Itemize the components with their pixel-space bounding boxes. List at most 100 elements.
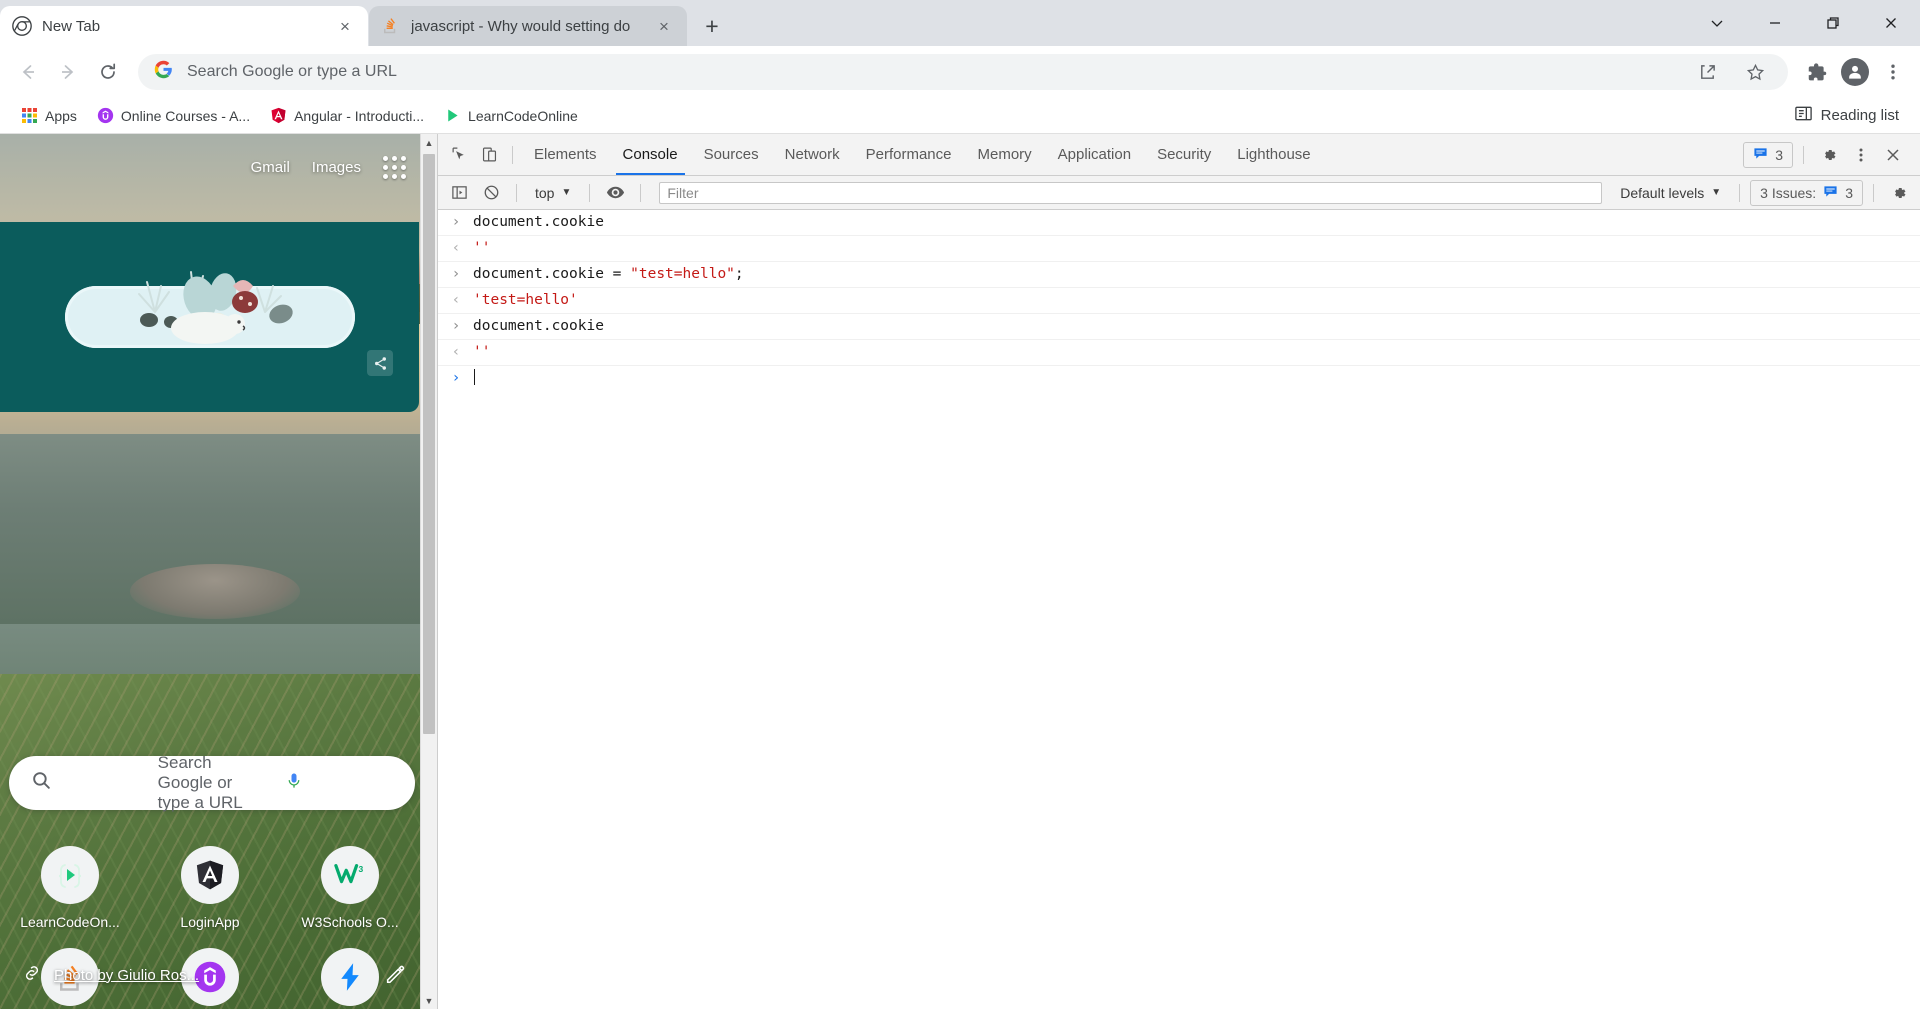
close-window-button[interactable] [1862,0,1920,46]
cursor-select-icon[interactable] [444,140,474,170]
close-icon[interactable] [1878,140,1908,170]
doodle-flora-icon [137,271,293,344]
shortcut-learncodeonline[interactable]: LearnCodeOn... [0,846,140,930]
devtools-tab-bar-actions: 3 [1743,140,1914,170]
shortcut-label: W3Schools O... [301,914,399,930]
bookmark-label: Apps [45,107,77,124]
console-prompt-input[interactable] [473,369,475,388]
bookmark-apps[interactable]: Apps [12,102,86,129]
console-sidebar-icon[interactable] [444,178,474,208]
scroll-up-arrow-icon[interactable]: ▲ [421,134,437,151]
log-levels-selector[interactable]: Default levels ▼ [1612,182,1729,204]
divider [512,145,513,164]
console-input-line[interactable]: › document.cookie [438,314,1920,340]
back-button[interactable] [10,54,46,90]
browser-tab-new-tab[interactable]: New Tab × [0,6,368,46]
profile-avatar-icon[interactable] [1838,55,1872,89]
devtools-tab-application[interactable]: Application [1045,134,1144,175]
console-result: 'test=hello' [473,292,578,308]
ntp-search-box[interactable]: Search Google or type a URL [9,753,415,813]
devtools-tab-memory[interactable]: Memory [965,134,1045,175]
gear-icon[interactable] [1884,178,1914,208]
puzzle-icon[interactable] [1800,55,1834,89]
live-expression-icon[interactable] [600,178,630,208]
kebab-menu-icon[interactable] [1846,140,1876,170]
bookmark-angular[interactable]: Angular - Introducti... [261,102,433,129]
page-scrollbar[interactable]: ▲ ▼ [420,134,437,1009]
devtools-tab-lighthouse[interactable]: Lighthouse [1224,134,1323,175]
devtools-tab-network[interactable]: Network [772,134,853,175]
microphone-icon[interactable] [284,771,393,796]
output-arrow-icon: ‹ [451,344,461,360]
console-input-line[interactable]: › document.cookie = "test=hello"; [438,262,1920,288]
chevron-down-icon: ▼ [1711,187,1722,198]
images-link[interactable]: Images [312,159,361,176]
scroll-down-arrow-icon[interactable]: ▼ [421,992,437,1009]
execution-context-selector[interactable]: top ▼ [527,182,579,204]
reading-list-button[interactable]: Reading list [1785,99,1908,132]
kebab-menu-icon[interactable] [1876,55,1910,89]
console-result: '' [473,240,491,256]
console-output-line: ‹ '' [438,340,1920,366]
scrollbar-thumb[interactable] [423,154,435,734]
photo-credit[interactable]: Photo by Giulio Ros... [22,963,199,987]
console-output-line: ‹ 'test=hello' [438,288,1920,314]
pencil-icon[interactable] [384,963,406,985]
gmail-link[interactable]: Gmail [251,159,290,176]
message-count-badge[interactable]: 3 [1743,141,1793,168]
tab-close-button[interactable]: × [653,15,675,37]
devtools-tab-performance[interactable]: Performance [853,134,965,175]
browser-toolbar: Search Google or type a URL [0,46,1920,98]
devtools-panel: Elements Console Sources Network Perform… [437,134,1920,1009]
bookmark-learncodeonline[interactable]: LearnCodeOnline [435,102,587,129]
ntp-search-input[interactable]: Search Google or type a URL [158,753,267,813]
console-prompt[interactable]: › [438,366,1920,391]
issues-label: 3 Issues: [1760,184,1817,201]
link-icon [22,963,42,987]
google-doodle[interactable] [0,222,419,412]
star-icon[interactable] [1738,55,1772,89]
google-apps-grid-icon[interactable] [383,156,406,179]
photo-credit-text[interactable]: Photo by Giulio Ros... [54,967,199,984]
devtools-tab-elements[interactable]: Elements [521,134,610,175]
device-toggle-icon[interactable] [474,140,504,170]
maximize-button[interactable] [1804,0,1862,46]
divider [640,183,642,202]
doodle-share-button[interactable] [367,350,393,376]
log-levels-value: Default levels [1620,184,1705,201]
omnibox[interactable]: Search Google or type a URL [138,54,1788,90]
tab-close-button[interactable]: × [334,15,356,37]
tab-search-button[interactable] [1688,0,1746,46]
gear-icon[interactable] [1814,140,1844,170]
issues-button[interactable]: 3 Issues: 3 [1750,179,1863,206]
new-tab-button[interactable]: + [695,9,729,43]
input-chevron-icon: › [451,214,461,230]
output-arrow-icon: ‹ [451,240,461,256]
message-icon [1823,184,1838,202]
forward-button[interactable] [50,54,86,90]
reload-button[interactable] [90,54,126,90]
bookmarks-bar: Apps Online Courses - A... Angular - Int… [0,98,1920,134]
tab-title: New Tab [42,17,101,35]
clear-console-icon[interactable] [476,178,506,208]
omnibox-input[interactable]: Search Google or type a URL [187,63,1676,81]
devtools-tab-console[interactable]: Console [610,134,691,175]
shortcut-label: LoginApp [180,914,240,930]
browser-tab-stackoverflow[interactable]: javascript - Why would setting do × [369,6,687,46]
devtools-tab-bar: Elements Console Sources Network Perform… [438,134,1920,176]
console-filter-input[interactable]: Filter [659,181,1603,204]
console-input-line[interactable]: › document.cookie [438,210,1920,236]
reading-list-label: Reading list [1820,107,1899,124]
console-result: '' [473,344,491,360]
stackblitz-icon [321,948,379,1006]
bookmark-label: Online Courses - A... [120,107,251,124]
shortcut-w3schools[interactable]: 3 W3Schools O... [280,846,420,930]
devtools-tab-sources[interactable]: Sources [691,134,772,175]
share-icon[interactable] [1690,55,1724,89]
shortcut-loginapp[interactable]: LoginApp [140,846,280,930]
divider [516,183,517,202]
minimize-button[interactable] [1746,0,1804,46]
console-output[interactable]: › document.cookie ‹ '' › document.cookie… [438,210,1920,1009]
devtools-tab-security[interactable]: Security [1144,134,1224,175]
bookmark-online-courses[interactable]: Online Courses - A... [88,102,259,129]
